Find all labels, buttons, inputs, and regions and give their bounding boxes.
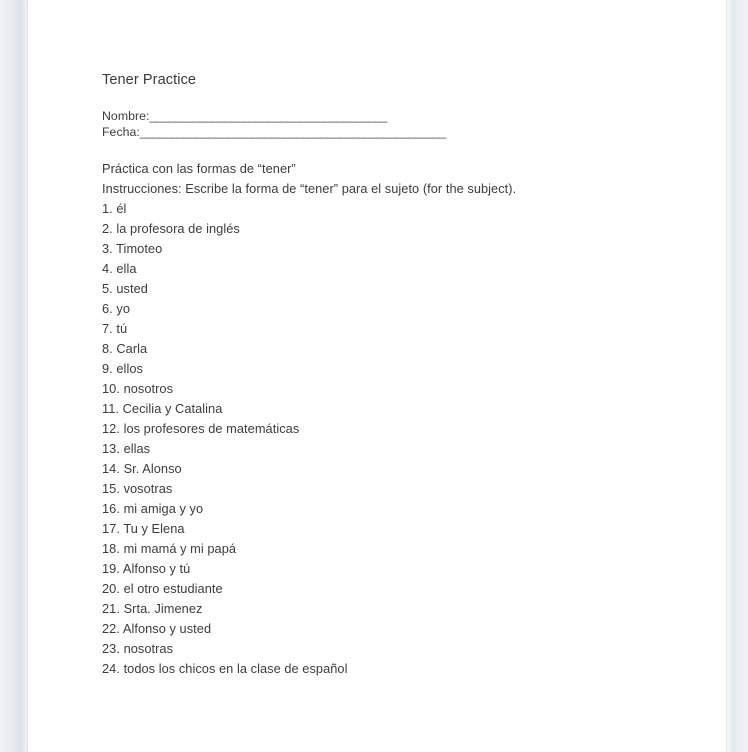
list-item: 3. Timoteo xyxy=(102,239,682,259)
field-fecha-label: Fecha: xyxy=(102,124,140,139)
list-item: 19. Alfonso y tú xyxy=(102,559,682,579)
list-item-text: ella xyxy=(116,261,137,276)
page-right-gutter xyxy=(727,0,748,752)
list-item: 2. la profesora de inglés xyxy=(102,219,682,239)
list-item-number: 24. xyxy=(102,661,120,676)
list-item-number: 8. xyxy=(102,341,113,356)
list-item-text: los profesores de matemáticas xyxy=(123,421,300,436)
list-item-text: Cecilia y Catalina xyxy=(122,401,223,416)
document-viewer: Tener Practice Nombre:__________________… xyxy=(0,0,748,752)
list-item-number: 7. xyxy=(102,321,113,336)
list-item-number: 4. xyxy=(102,261,113,276)
list-item-text: ellos xyxy=(116,361,143,376)
list-item-number: 17. xyxy=(102,521,120,536)
list-item-number: 6. xyxy=(102,301,113,316)
list-item-text: Sr. Alonso xyxy=(123,461,182,476)
list-item: 16. mi amiga y yo xyxy=(102,499,682,519)
list-item-number: 5. xyxy=(102,281,113,296)
list-item-number: 10. xyxy=(102,381,120,396)
list-item-number: 1. xyxy=(102,201,113,216)
list-item-number: 22. xyxy=(102,621,120,636)
list-item: 5. usted xyxy=(102,279,682,299)
document-content: Tener Practice Nombre:__________________… xyxy=(102,70,682,679)
list-item: 12. los profesores de matemáticas xyxy=(102,419,682,439)
list-item-number: 9. xyxy=(102,361,113,376)
list-item: 14. Sr. Alonso xyxy=(102,459,682,479)
list-item-number: 21. xyxy=(102,601,120,616)
field-nombre-label: Nombre: xyxy=(102,109,150,123)
list-item: 22. Alfonso y usted xyxy=(102,619,682,639)
list-item: 20. el otro estudiante xyxy=(102,579,682,599)
page-title: Tener Practice xyxy=(102,72,197,88)
list-item-number: 12. xyxy=(102,421,120,436)
list-item-text: yo xyxy=(116,301,131,316)
list-item-text: nosotras xyxy=(123,641,174,656)
list-item: 18. mi mamá y mi papá xyxy=(102,539,682,559)
list-item: 8. Carla xyxy=(102,339,682,359)
section-heading: Práctica con las formas de “tener” xyxy=(102,161,296,176)
list-item-text: Carla xyxy=(116,341,148,356)
list-item-number: 15. xyxy=(102,481,120,496)
field-nombre-rule: ______________________________________ xyxy=(149,109,388,123)
list-item: 24. todos los chicos en la clase de espa… xyxy=(102,659,682,679)
list-item-number: 11. xyxy=(102,401,119,416)
document-page: Tener Practice Nombre:__________________… xyxy=(27,0,727,752)
list-item-text: tú xyxy=(116,321,128,336)
list-item-text: él xyxy=(116,201,127,216)
list-item: 4. ella xyxy=(102,259,682,279)
list-item: 17. Tu y Elena xyxy=(102,519,682,539)
list-item-number: 2. xyxy=(102,221,113,236)
list-item: 1. él xyxy=(102,199,682,219)
list-item: 13. ellas xyxy=(102,439,682,459)
list-item-text: Alfonso y tú xyxy=(122,561,191,576)
list-item-text: Timoteo xyxy=(116,241,163,256)
list-item-number: 23. xyxy=(102,641,120,656)
list-item-text: el otro estudiante xyxy=(123,581,223,596)
list-item-text: ellas xyxy=(123,441,151,456)
practice-item-list: 1. él 2. la profesora de inglés 3. Timoteo… xyxy=(102,199,682,679)
list-item-text: mi amiga y yo xyxy=(123,501,204,516)
list-item: 15. vosotras xyxy=(102,479,682,499)
list-item-text: Tu y Elena xyxy=(123,521,185,536)
list-item-number: 16. xyxy=(102,501,120,516)
list-item: 23. nosotras xyxy=(102,639,682,659)
list-item-number: 14. xyxy=(102,461,120,476)
list-item-number: 20. xyxy=(102,581,120,596)
list-item-text: todos los chicos en la clase de español xyxy=(123,661,348,676)
list-item-number: 13. xyxy=(102,441,120,456)
list-item-number: 19. xyxy=(102,561,120,576)
list-item-number: 3. xyxy=(102,241,113,256)
list-item-text: la profesora de inglés xyxy=(116,221,240,236)
field-fecha: Fecha:__________________________________… xyxy=(102,125,682,141)
list-item-text: Alfonso y usted xyxy=(122,621,212,636)
list-item: 21. Srta. Jimenez xyxy=(102,599,682,619)
list-item-number: 18. xyxy=(102,541,120,556)
list-item-text: nosotros xyxy=(123,381,174,396)
list-item: 7. tú xyxy=(102,319,682,339)
list-item-text: mi mamá y mi papá xyxy=(123,541,237,556)
field-fecha-rule: ________________________________________… xyxy=(139,124,446,139)
field-nombre: Nombre:_________________________________… xyxy=(102,109,682,125)
instructions-text: Instrucciones: Escribe la forma de “tene… xyxy=(102,181,517,196)
list-item: 6. yo xyxy=(102,299,682,319)
list-item: 10. nosotros xyxy=(102,379,682,399)
list-item-text: vosotras xyxy=(123,481,173,496)
list-item-text: Srta. Jimenez xyxy=(123,601,203,616)
list-item: 11. Cecilia y Catalina xyxy=(102,399,682,419)
list-item: 9. ellos xyxy=(102,359,682,379)
list-item-text: usted xyxy=(116,281,148,296)
